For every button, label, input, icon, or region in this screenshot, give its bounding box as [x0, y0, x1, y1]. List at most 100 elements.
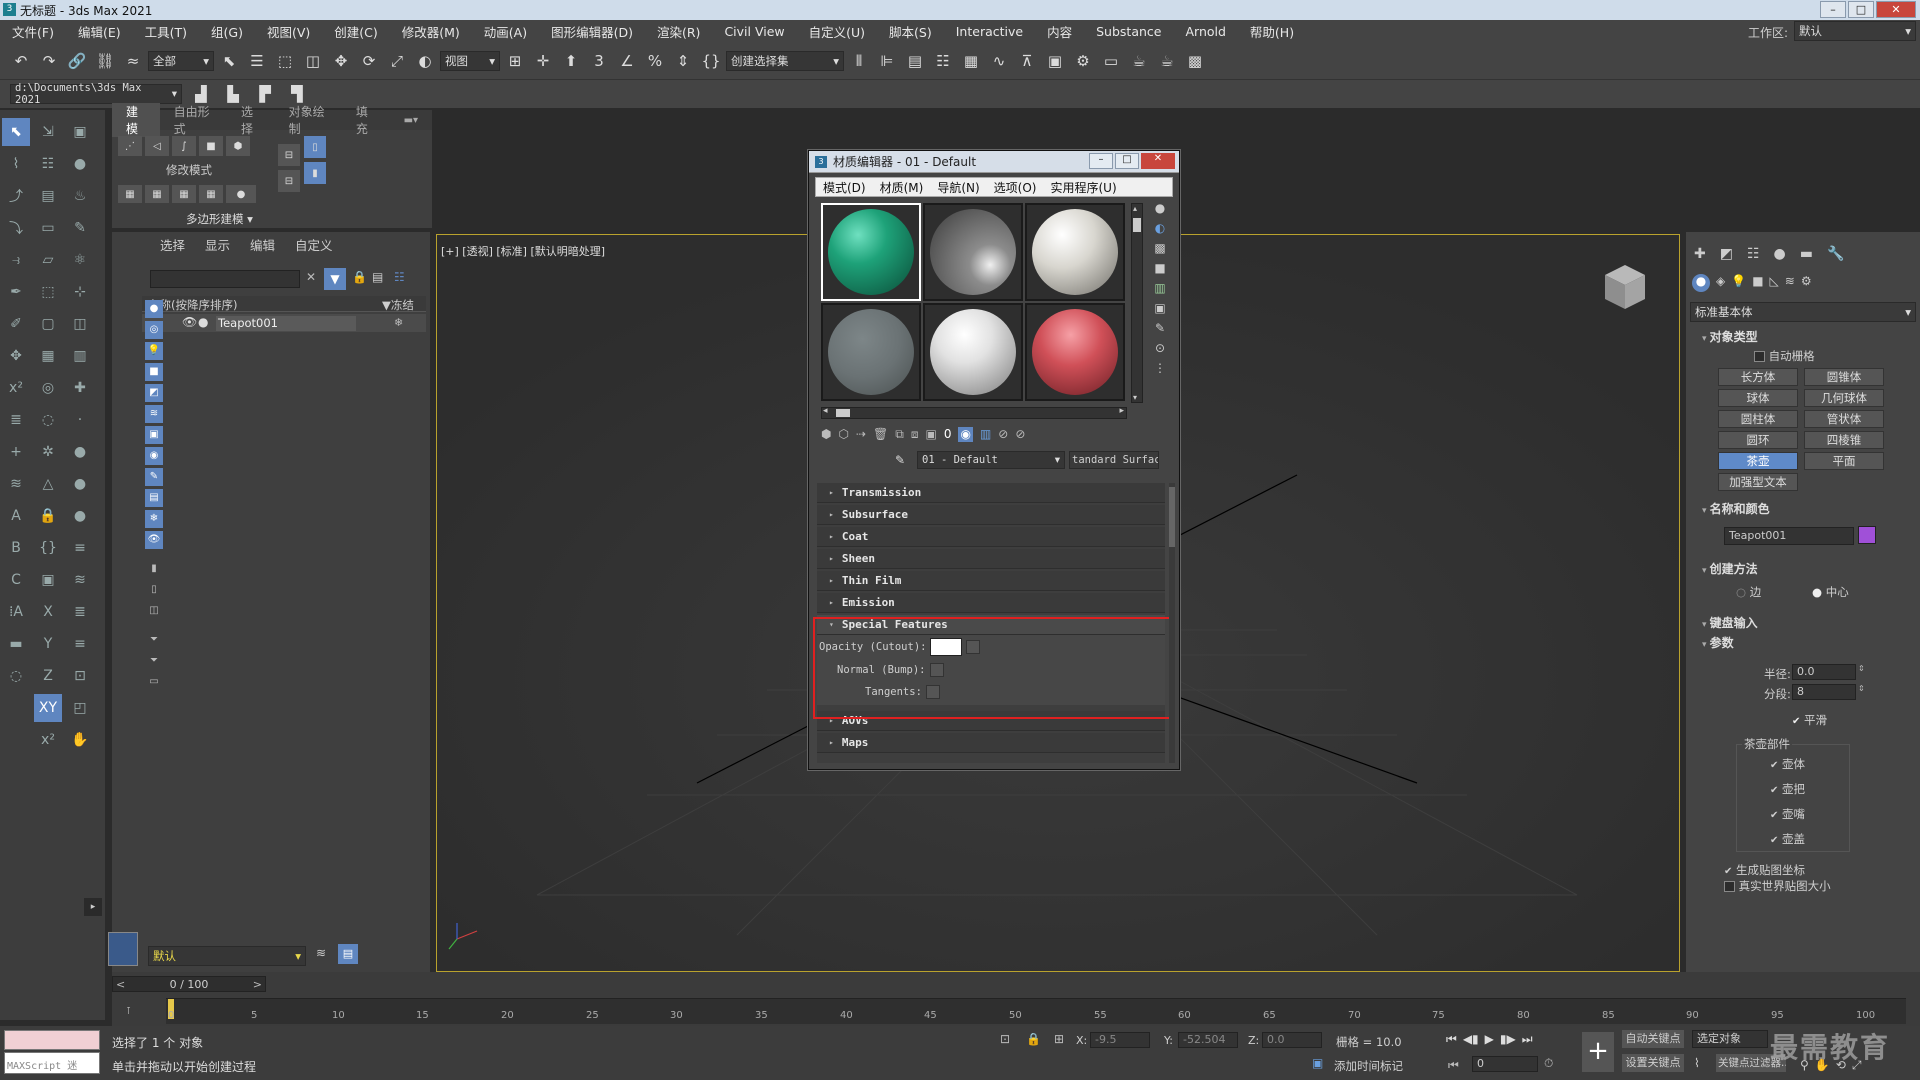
background-icon[interactable]: ▩ [1154, 241, 1165, 255]
viewport-label[interactable]: [+] [透视] [标准] [默认明暗处理] [441, 243, 605, 259]
pivot-icon[interactable]: ⊞ [502, 48, 528, 74]
polygon-icon[interactable]: ■ [199, 136, 223, 156]
pyramid-button[interactable]: 四棱锥 [1804, 431, 1884, 449]
blob-tool-icon[interactable]: ● [66, 502, 94, 530]
hierarchy-tab-icon[interactable]: ☷ [1747, 246, 1760, 262]
material-type-button[interactable]: tandard Surfac [1069, 451, 1159, 469]
segments-input[interactable]: 8 [1792, 684, 1856, 700]
coat-rollout[interactable]: ▸ Coat [817, 527, 1165, 547]
text-c-icon[interactable]: C [2, 566, 30, 594]
display-none-icon[interactable]: ▯ [145, 581, 163, 599]
freeze-icon[interactable]: ❄ [394, 316, 403, 329]
poly-modeling-label[interactable]: 多边形建模 ▾ [186, 211, 253, 227]
scroll-left-icon[interactable]: ◂ [823, 406, 828, 416]
auto-key-button[interactable]: 自动关键点 [1622, 1030, 1684, 1048]
material-map-navigator-icon[interactable]: ⋮ [1154, 361, 1166, 375]
close-button[interactable]: ✕ [1876, 1, 1916, 18]
project-path-dropdown[interactable]: d:\Documents\3ds Max 2021 ▾ [10, 82, 182, 106]
hierarchy-toggle-icon[interactable]: ☷ [394, 270, 405, 284]
torus-tool-icon[interactable]: ◎ [34, 374, 62, 402]
sample-type-icon[interactable]: ● [1155, 201, 1165, 215]
axis-z-icon[interactable]: Z [34, 662, 62, 690]
move-icon[interactable]: ✥ [328, 48, 354, 74]
axis-y-icon[interactable]: Y [34, 630, 62, 658]
menu-arnold[interactable]: Arnold [1173, 24, 1237, 39]
ribbon-btn4-icon[interactable]: ▦ [199, 185, 223, 203]
cameras-subtab-icon[interactable]: ■ [1752, 274, 1763, 292]
tab-modeling[interactable]: 建模 [112, 103, 160, 137]
vscroll-thumb[interactable] [1133, 218, 1141, 232]
real-world-row[interactable]: 真实世界贴图大小 [1724, 878, 1831, 894]
align-icon[interactable]: ⊫ [874, 48, 900, 74]
mat-menu-utilities[interactable]: 实用程序(U) [1043, 179, 1123, 196]
segments-spinner-icon[interactable]: ⇕ [1858, 684, 1865, 693]
scene-search-input[interactable] [150, 270, 300, 288]
menu-interactive[interactable]: Interactive [944, 24, 1035, 39]
pan-icon[interactable]: ✋ [1815, 1058, 1830, 1073]
plus-tool-icon[interactable]: ✚ [66, 374, 94, 402]
extrude-tool-icon[interactable]: ▱ [34, 246, 62, 274]
mat-close-button[interactable]: ✕ [1141, 153, 1175, 169]
pipe-tool-icon[interactable]: ◫ [66, 310, 94, 338]
radio-edge[interactable]: ○ 边 [1736, 584, 1761, 600]
helper-filter-icon[interactable]: ◩ [145, 384, 163, 402]
slots-vscrollbar[interactable]: ▴ ▾ [1131, 203, 1143, 403]
render-cloud-icon[interactable]: ▩ [1182, 48, 1208, 74]
make-unique-icon[interactable]: ⧈ [911, 427, 919, 442]
cylinder-button[interactable]: 圆柱体 [1718, 410, 1798, 428]
layer-dropdown[interactable]: 默认 ▾ [148, 946, 306, 966]
part-body-check-icon[interactable]: ✔ [1770, 760, 1778, 771]
unlink-icon[interactable]: ⛓ [92, 48, 118, 74]
menu-tools[interactable]: 工具(T) [133, 22, 199, 41]
brush-tool-icon[interactable]: ✎ [66, 214, 94, 242]
mat-menu-navigation[interactable]: 导航(N) [930, 179, 986, 196]
add-time-tag[interactable]: 添加时间标记 [1334, 1058, 1403, 1074]
part-spout-check-icon[interactable]: ✔ [1770, 810, 1778, 821]
reset-map-icon[interactable]: 🗑 [873, 427, 888, 442]
render-tool-icon[interactable]: ▣ [66, 118, 94, 146]
ref-coord-dropdown[interactable]: 视图 ▾ [440, 50, 500, 71]
shell-tool-icon[interactable]: ◌ [34, 406, 62, 434]
dot-tool-icon[interactable]: · [66, 406, 94, 434]
workspace-dropdown[interactable]: 默认 ▾ [1794, 21, 1916, 41]
menu-view[interactable]: 视图(V) [255, 22, 322, 41]
radius-spinner-icon[interactable]: ⇕ [1858, 664, 1865, 673]
select-object-icon[interactable]: ⬉ [216, 48, 242, 74]
emission-rollout[interactable]: ▸ Emission [817, 593, 1165, 613]
sample-slot[interactable] [923, 303, 1023, 401]
text-a-icon[interactable]: A [2, 502, 30, 530]
tab-selection[interactable]: 选择 [227, 103, 275, 137]
atom-tool-icon[interactable]: ⚛ [66, 246, 94, 274]
make-preview-icon[interactable]: ▣ [1154, 301, 1165, 315]
dotted-a-icon[interactable]: ⁞A [2, 598, 30, 626]
layer3-tool-icon[interactable]: ≋ [66, 566, 94, 594]
display-invert-icon[interactable]: ◫ [145, 602, 163, 620]
axis-x-icon[interactable]: X [34, 598, 62, 626]
element-icon[interactable]: ⬢ [226, 136, 250, 156]
geometry-subtab-icon[interactable]: ● [1692, 274, 1710, 292]
table-row[interactable]: 👁 ● Teapot001 ❄ [142, 314, 426, 332]
z-coord-input[interactable]: 0.0 [1262, 1032, 1322, 1048]
layer-manager-icon[interactable]: ▤ [338, 944, 358, 964]
gear-tool-icon[interactable]: ✲ [34, 438, 62, 466]
go-forward-icon[interactable]: ⊘ [1015, 427, 1025, 442]
sample-slot[interactable] [821, 203, 921, 301]
shape-filter-icon[interactable]: ◎ [145, 321, 163, 339]
curve-tool-icon[interactable]: ⤵ [2, 214, 30, 242]
time-slider[interactable]: < 0 / 100 > [112, 976, 266, 992]
render-production-icon[interactable]: ☕ [1126, 48, 1152, 74]
stack-tool-icon[interactable]: ≋ [2, 470, 30, 498]
subsurface-rollout[interactable]: ▸ Subsurface [817, 505, 1165, 525]
time-config-icon[interactable]: ⏱ [1544, 1056, 1553, 1071]
systems-subtab-icon[interactable]: ⚙ [1801, 274, 1812, 292]
autogrid-row[interactable]: 自动栅格 [1754, 348, 1815, 364]
mat-menu-mode[interactable]: 模式(D) [816, 179, 873, 196]
teapot-tool-icon[interactable]: ♨ [66, 182, 94, 210]
spacewarps-subtab-icon[interactable]: ≋ [1785, 274, 1795, 292]
menu-graph-editors[interactable]: 图形编辑器(D) [539, 22, 645, 41]
part-body[interactable]: ✔ 壶体 [1770, 756, 1805, 772]
pin-tool-icon[interactable]: ✐ [2, 310, 30, 338]
selection-filter-dropdown[interactable]: 全部 ▾ [148, 50, 214, 71]
sample-slot[interactable] [923, 203, 1023, 301]
rollout-scrollbar[interactable] [1169, 483, 1175, 763]
